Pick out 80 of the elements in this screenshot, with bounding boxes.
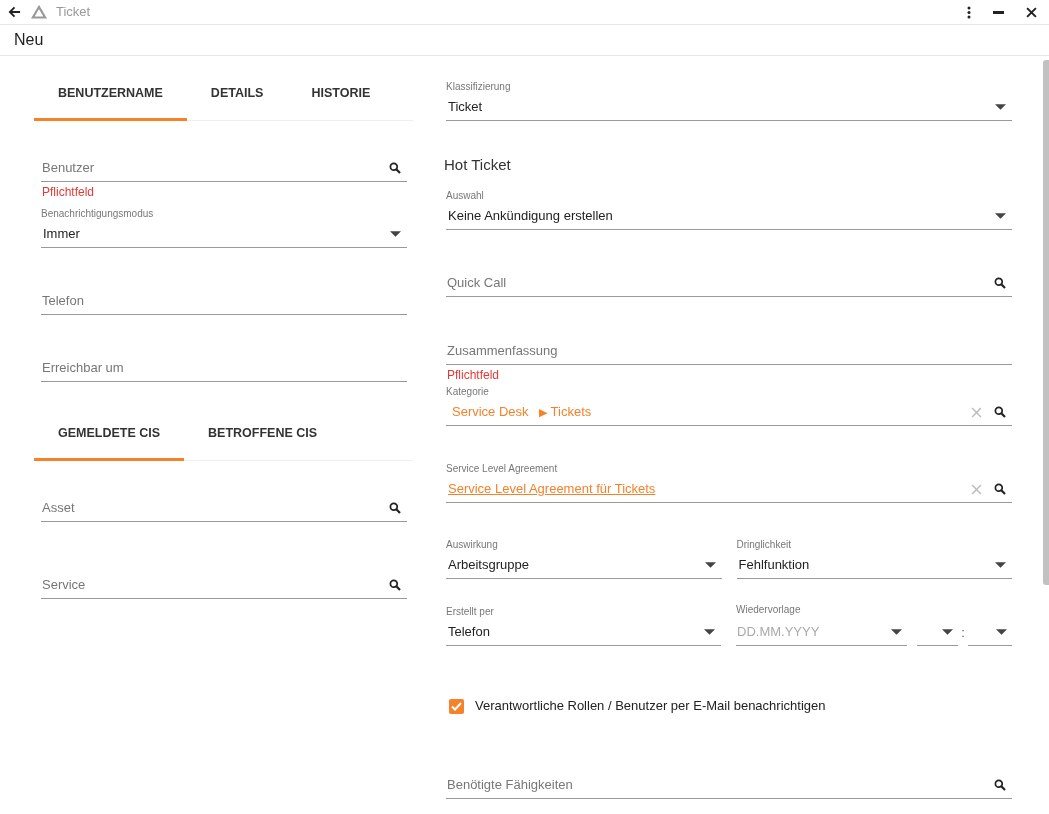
tab[interactable]: BENUTZERNAME: [34, 69, 187, 121]
field-label: Dringlichkeit: [736, 538, 792, 552]
search-icon[interactable]: [389, 502, 401, 514]
dropdown-caret-icon[interactable]: [995, 104, 1006, 110]
field-placeholder: Telefon: [42, 292, 84, 311]
scrollbar[interactable]: [1043, 60, 1049, 585]
field-label: Auswahl: [446, 189, 485, 203]
dropdown-caret-icon[interactable]: [891, 629, 902, 635]
dropdown-caret-icon[interactable]: [995, 562, 1006, 568]
select-field[interactable]: Arbeitsgruppe: [446, 552, 722, 579]
field-placeholder: Benötigte Fähigkeiten: [447, 776, 573, 795]
tab[interactable]: HISTORIE: [287, 69, 395, 121]
input-field[interactable]: Service Level Agreement für Tickets: [446, 476, 1012, 503]
page-title: Neu: [14, 30, 44, 50]
search-icon[interactable]: [389, 579, 401, 591]
dropdown-caret-icon[interactable]: [996, 629, 1007, 635]
tab[interactable]: DETAILS: [186, 69, 288, 121]
field-placeholder: Asset: [42, 499, 75, 518]
dropdown-caret-icon[interactable]: [995, 213, 1006, 219]
field-value: Keine Ankündigung erstellen: [448, 207, 613, 226]
checkbox-label: Verantwortliche Rollen / Benutzer per E-Mail benachrichtigen: [475, 697, 826, 716]
sla-link[interactable]: Service Level Agreement für Tickets: [448, 479, 656, 499]
input-field[interactable]: Zusammenfassung: [446, 338, 1012, 365]
input-field[interactable]: Erreichbar um: [41, 355, 407, 382]
window-title: Ticket: [56, 3, 91, 22]
input-field[interactable]: Benötigte Fähigkeiten: [446, 772, 1012, 799]
close-icon[interactable]: [1026, 6, 1037, 18]
select-field[interactable]: Keine Ankündigung erstellen: [446, 203, 1012, 230]
category-path-item[interactable]: Tickets: [550, 402, 592, 422]
error-message: Pflichtfeld: [41, 184, 96, 201]
field-placeholder: Zusammenfassung: [447, 342, 558, 361]
field-label: Klassifizierung: [446, 80, 512, 94]
field-value: Arbeitsgruppe: [448, 556, 529, 575]
triangle-logo-icon: [31, 5, 47, 19]
search-icon[interactable]: [994, 483, 1006, 495]
search-icon[interactable]: [994, 277, 1006, 289]
field-label: Auswirkung: [446, 538, 499, 552]
select-field[interactable]: Fehlfunktion: [736, 552, 1012, 579]
category-path-item[interactable]: Service Desk: [452, 402, 529, 422]
field-placeholder: DD.MM.YYYY: [737, 623, 821, 642]
minimize-icon[interactable]: [993, 10, 1004, 14]
date-field[interactable]: DD.MM.YYYY: [736, 619, 907, 646]
field-value: Telefon: [448, 623, 490, 642]
dropdown-caret-icon[interactable]: [704, 629, 715, 635]
select-field[interactable]: Telefon: [446, 619, 721, 646]
back-arrow-icon[interactable]: [8, 6, 21, 18]
time-separator: :: [960, 623, 966, 642]
field-label: Kategorie: [446, 385, 490, 399]
tab[interactable]: BETROFFENE CIS: [184, 409, 342, 461]
field-placeholder: Service: [42, 576, 86, 595]
tab[interactable]: GEMELDETE CIS: [34, 409, 185, 461]
input-field[interactable]: Service Desk ▶ Tickets: [446, 399, 1012, 426]
field-placeholder: Quick Call: [447, 274, 507, 293]
field-value: Immer: [43, 225, 80, 244]
checkbox[interactable]: [449, 698, 464, 714]
field-placeholder: Erreichbar um: [42, 359, 124, 378]
input-field[interactable]: Asset: [41, 495, 407, 522]
input-field[interactable]: Telefon: [41, 288, 407, 315]
input-field[interactable]: Service: [41, 572, 407, 599]
input-field[interactable]: Benutzer: [41, 155, 407, 182]
dropdown-caret-icon[interactable]: [704, 562, 716, 568]
search-icon[interactable]: [389, 162, 401, 174]
field-label: Service Level Agreement: [446, 462, 559, 476]
dropdown-caret-icon[interactable]: [390, 231, 401, 237]
field-value: Fehlfunktion: [738, 556, 810, 575]
path-separator: ▶: [538, 404, 547, 420]
search-icon[interactable]: [994, 406, 1006, 418]
field-placeholder: Benutzer: [42, 159, 95, 178]
select-field[interactable]: Ticket: [446, 94, 1012, 121]
input-field[interactable]: Quick Call: [446, 270, 1012, 297]
field-value: Ticket: [448, 98, 483, 117]
dropdown-caret-icon[interactable]: [942, 629, 953, 635]
field-label: Wiedervorlage: [736, 603, 802, 617]
search-icon[interactable]: [994, 779, 1006, 791]
section-heading: Hot Ticket: [444, 155, 512, 175]
field-label: Benachrichtigungsmodus: [41, 207, 155, 221]
more-options-icon[interactable]: [967, 5, 971, 19]
error-message: Pflichtfeld: [446, 367, 501, 384]
field-label: Erstellt per: [446, 605, 495, 619]
select-field[interactable]: Immer: [41, 221, 407, 248]
